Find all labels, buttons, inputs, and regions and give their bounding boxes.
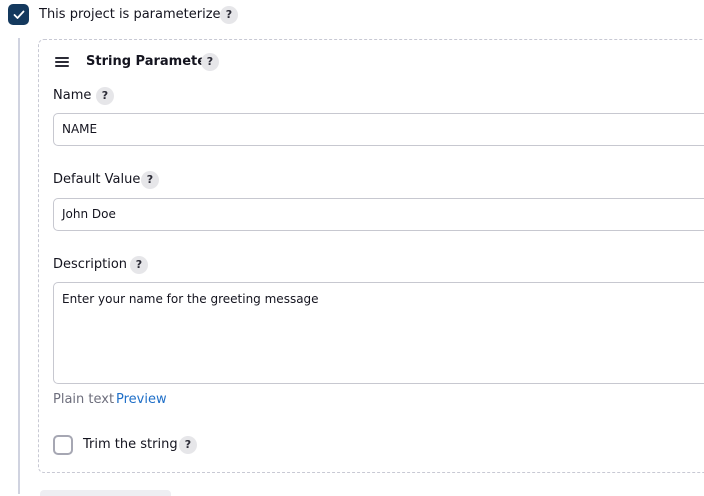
parameterized-checkbox[interactable] — [8, 4, 29, 25]
description-help-icon[interactable]: ? — [130, 256, 148, 274]
parameterized-label[interactable]: This project is parameterized — [39, 7, 229, 22]
description-textarea[interactable]: Enter your name for the greeting message — [53, 282, 704, 384]
trim-help-icon[interactable]: ? — [179, 436, 197, 454]
checkmark-icon — [13, 10, 24, 19]
trim-checkbox[interactable] — [53, 435, 73, 455]
trim-label[interactable]: Trim the string — [83, 437, 178, 452]
name-input[interactable]: NAME — [53, 113, 704, 146]
description-label: Description — [53, 257, 128, 272]
section-indent-line — [18, 38, 20, 494]
parameterized-help-icon[interactable]: ? — [220, 6, 238, 24]
plain-text-label: Plain text — [53, 392, 115, 407]
name-help-icon[interactable]: ? — [96, 87, 114, 105]
parameter-help-icon[interactable]: ? — [201, 53, 219, 71]
default-value-help-icon[interactable]: ? — [141, 171, 159, 189]
drag-handle-icon[interactable] — [55, 57, 69, 67]
add-parameter-button[interactable] — [40, 490, 171, 496]
name-label: Name — [53, 88, 92, 103]
default-value-input[interactable]: John Doe — [53, 198, 704, 231]
parameter-title: String Parameter — [86, 54, 213, 69]
default-value-label: Default Value — [53, 172, 141, 187]
preview-link[interactable]: Preview — [116, 392, 167, 407]
